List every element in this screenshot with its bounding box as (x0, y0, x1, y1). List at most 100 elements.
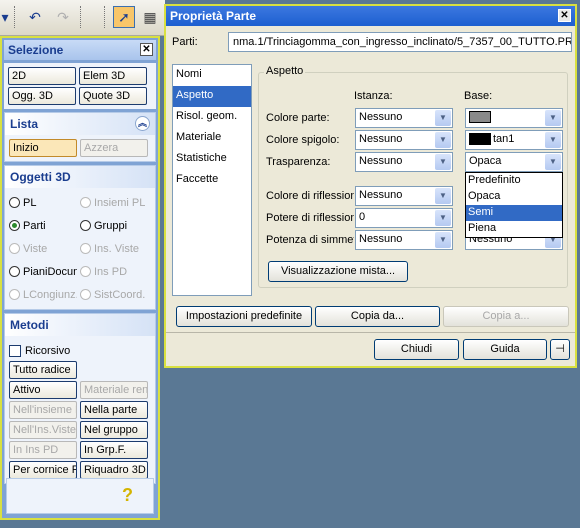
method-button[interactable]: Nell'insieme P (9, 401, 77, 419)
btn-quote-3d[interactable]: Quote 3D (79, 87, 147, 105)
radio-option[interactable]: Viste (9, 238, 77, 259)
radio-label: PL (23, 196, 37, 209)
reflection-power-field[interactable]: 0 ▼ (355, 208, 453, 228)
btn-tutto-radice[interactable]: Tutto radice (9, 361, 77, 379)
method-button[interactable]: Per cornice Fi (9, 461, 77, 479)
radio-icon (80, 197, 91, 208)
radio-option[interactable]: LCongiunz. (9, 284, 77, 305)
radio-icon (9, 243, 20, 254)
btn-elem-3d[interactable]: Elem 3D (79, 67, 147, 85)
chevron-down-icon: ▼ (545, 132, 561, 148)
radio-option[interactable]: Gruppi (80, 215, 148, 236)
chevron-down-icon: ▼ (435, 232, 451, 248)
dropdown-option[interactable]: Semi (466, 205, 562, 221)
dialog-title: Proprietà Parte ✕ (166, 6, 575, 26)
nav-item[interactable]: Nomi (173, 65, 251, 86)
radio-option[interactable]: SistCoord. (80, 284, 148, 305)
nav-item[interactable]: Risol. geom. (173, 107, 251, 128)
method-button[interactable]: Nella parte (80, 401, 148, 419)
nav-item[interactable]: Aspetto (173, 86, 251, 107)
radio-icon (9, 266, 20, 277)
method-button[interactable]: In Ins PD (9, 441, 77, 459)
nav-item[interactable]: Materiale (173, 128, 251, 149)
btn-azzera[interactable]: Azzera (80, 139, 148, 157)
btn-ogg-3d[interactable]: Ogg. 3D (8, 87, 76, 105)
lista-section: Lista ︽ Inizio Azzera (4, 112, 156, 162)
parti-label: Parti: (172, 36, 198, 48)
grid-icon[interactable]: ▦ (139, 6, 161, 28)
undo-icon[interactable]: ↶ (24, 6, 46, 28)
istanza-reflection-combo[interactable]: Nessuno ▼ (355, 186, 453, 206)
help-icon[interactable]: ? (122, 485, 133, 506)
radio-option[interactable]: Ins. Viste (80, 238, 148, 259)
col-base: Base: (464, 90, 493, 102)
chevron-down-icon: ▼ (435, 110, 451, 126)
istanza-edge-combo[interactable]: Nessuno ▼ (355, 130, 453, 150)
section-header: Oggetti 3D (5, 166, 155, 188)
base-color-combo[interactable]: ▼ (465, 108, 563, 128)
row-label: Colore spigolo: (266, 134, 340, 146)
mixed-view-button[interactable]: Visualizzazione mista... (268, 261, 408, 282)
copy-from-button[interactable]: Copia da... (315, 306, 440, 327)
toolbar-separator (80, 6, 82, 28)
row-label: Colore parte: (266, 112, 330, 124)
dropdown-option[interactable]: Opaca (466, 189, 562, 205)
color-swatch (469, 111, 491, 124)
method-button[interactable]: Nell'Ins.Viste (9, 421, 77, 439)
close-icon[interactable]: ✕ (140, 43, 153, 56)
radio-label: Ins PD (94, 265, 128, 278)
pin-icon[interactable]: ⊣ (550, 339, 570, 360)
radio-option[interactable]: PL (9, 192, 77, 213)
radio-label: PianiDocum (23, 265, 77, 278)
radio-option[interactable]: PianiDocum (9, 261, 77, 282)
radio-label: LCongiunz. (23, 288, 77, 301)
radio-icon (80, 289, 91, 300)
redo-icon[interactable]: ↷ (52, 6, 74, 28)
parti-field[interactable]: nma.1/Trinciagomma_con_ingresso_inclinat… (228, 32, 572, 52)
method-button[interactable]: Attivo (9, 381, 77, 399)
oggetti-section: Oggetti 3D PL Insiemi PL Parti Gruppi Viste I… (4, 165, 156, 310)
istanza-symmetry-combo[interactable]: Nessuno ▼ (355, 230, 453, 250)
dropdown-option[interactable]: Piena (466, 221, 562, 237)
chevron-down-icon: ▼ (545, 110, 561, 126)
ricorsivo-checkbox[interactable]: Ricorsivo (9, 340, 151, 361)
panel-title: Selezione ✕ (4, 40, 156, 60)
method-button[interactable]: In Grp.F. (80, 441, 148, 459)
selection-panel: Selezione ✕ 2D Elem 3D Ogg. 3D Quote 3D … (0, 36, 160, 520)
guide-button[interactable]: Guida (463, 339, 547, 360)
base-transparency-combo[interactable]: Opaca ▼ (465, 152, 563, 172)
radio-label: Gruppi (94, 219, 128, 232)
radio-option[interactable]: Parti (9, 215, 77, 236)
btn-inizio[interactable]: Inizio (9, 139, 77, 157)
copy-to-button[interactable]: Copia a... (443, 306, 569, 327)
dropdown-arrow-icon[interactable]: ▾ (0, 6, 10, 28)
close-icon[interactable]: ✕ (558, 9, 571, 22)
chevron-down-icon: ▼ (435, 132, 451, 148)
radio-icon (80, 243, 91, 254)
method-button[interactable]: Riquadro 3D (80, 461, 148, 479)
radio-option[interactable]: Insiemi PL (80, 192, 148, 213)
method-button[interactable]: Materiale rend (80, 381, 148, 399)
row-label: Potere di riflessione (266, 212, 354, 224)
row-label: Trasparenza: (266, 156, 331, 168)
dropdown-option[interactable]: Predefinito (466, 173, 562, 189)
section-header: Metodi (5, 314, 155, 336)
istanza-color-combo[interactable]: Nessuno ▼ (355, 108, 453, 128)
base-edge-combo[interactable]: tan1 ▼ (465, 130, 563, 150)
collapse-icon[interactable]: ︽ (135, 116, 150, 131)
method-button[interactable]: Nel gruppo (80, 421, 148, 439)
cursor-icon[interactable]: ➚ (113, 6, 135, 28)
defaults-button[interactable]: Impostazioni predefinite (176, 306, 312, 327)
chevron-down-icon: ▼ (435, 154, 451, 170)
main-toolbar: ▾ ↶ ↷ ➚ ▦ (0, 0, 165, 36)
radio-option[interactable]: Ins PD (80, 261, 148, 282)
chevron-down-icon: ▼ (435, 188, 451, 204)
btn-2d[interactable]: 2D (8, 67, 76, 85)
istanza-transparency-combo[interactable]: Nessuno ▼ (355, 152, 453, 172)
nav-item[interactable]: Statistiche (173, 149, 251, 170)
row-label: Colore di riflessione (266, 190, 354, 202)
close-button[interactable]: Chiudi (374, 339, 459, 360)
category-list: Nomi Aspetto Risol. geom. Materiale Statisti… (172, 64, 252, 296)
nav-item[interactable]: Faccette (173, 170, 251, 191)
radio-icon (9, 220, 20, 231)
